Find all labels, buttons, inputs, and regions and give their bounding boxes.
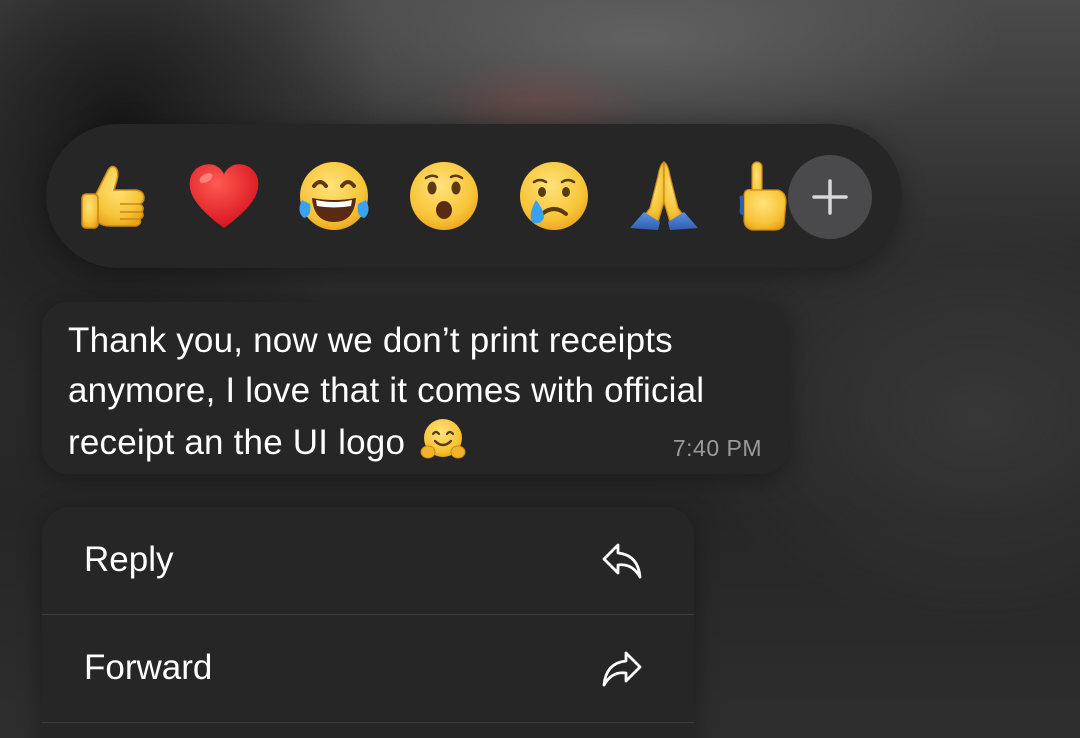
plus-icon <box>812 179 848 215</box>
more-reactions-button[interactable] <box>788 155 872 239</box>
reaction-bar <box>46 124 902 268</box>
red-heart-icon <box>189 164 259 228</box>
thumbs-up-reaction[interactable] <box>74 156 154 236</box>
forward-menu-item[interactable]: Forward <box>42 615 694 722</box>
menu-divider <box>42 722 694 723</box>
message-bubble[interactable]: Thank you, now we don’t print receipts a… <box>42 302 788 474</box>
folded-hands-reaction[interactable] <box>624 156 704 236</box>
crying-face-reaction[interactable] <box>514 156 594 236</box>
message-context-menu: Reply Forward <box>42 507 694 738</box>
forward-icon <box>602 651 642 687</box>
tears-of-joy-reaction[interactable] <box>294 156 374 236</box>
folded-hands-icon <box>630 161 698 230</box>
reply-label: Reply <box>84 540 174 579</box>
thumbs-up-icon <box>81 165 145 229</box>
reply-menu-item[interactable]: Reply <box>42 507 694 614</box>
message-body: Thank you, now we don’t print receipts a… <box>68 321 705 462</box>
forward-label: Forward <box>84 648 213 687</box>
reply-icon <box>602 543 642 579</box>
message-text: Thank you, now we don’t print receipts a… <box>68 316 768 468</box>
face-open-mouth-reaction[interactable] <box>404 156 484 236</box>
hugging-face-icon <box>420 419 466 459</box>
surprised-face-icon <box>410 162 478 230</box>
red-heart-reaction[interactable] <box>184 156 264 236</box>
tears-of-joy-icon <box>299 162 369 230</box>
message-timestamp: 7:40 PM <box>672 435 762 461</box>
crying-face-icon <box>520 162 588 230</box>
